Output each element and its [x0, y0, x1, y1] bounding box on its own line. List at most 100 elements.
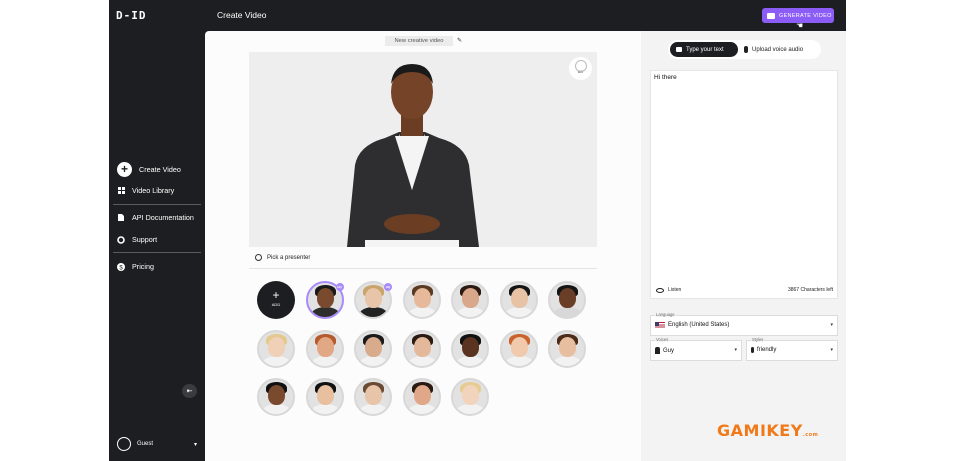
- watermark-suffix: .com: [802, 432, 819, 438]
- presenter-body: [359, 404, 388, 414]
- voices-select[interactable]: Voices Guy ▾: [650, 337, 742, 361]
- user-menu[interactable]: Guest ▾: [117, 437, 197, 451]
- pencil-icon[interactable]: ✎: [457, 37, 462, 44]
- presenter-body: [407, 355, 437, 366]
- video-name-field[interactable]: New creative video: [385, 36, 453, 46]
- styles-value: friendly: [757, 347, 777, 353]
- grid-icon: [117, 187, 125, 195]
- language-value-row: English (United States): [655, 322, 729, 328]
- hq-badge: HQ: [335, 283, 344, 291]
- avatar: [117, 437, 131, 451]
- sidebar-divider: [113, 204, 201, 205]
- presenter-tile[interactable]: [402, 281, 441, 319]
- presenter-face: [268, 336, 285, 357]
- voices-label: Voices: [655, 337, 670, 342]
- tab-upload-voice-audio[interactable]: Upload voice audio: [738, 42, 809, 57]
- chat-icon: [767, 12, 775, 19]
- presenter-face: [365, 288, 382, 308]
- presenter-tile[interactable]: [305, 378, 344, 416]
- presenter-preview: BG: [249, 52, 597, 247]
- chevron-down-icon: ▾: [734, 347, 737, 353]
- sidebar-item-pricing[interactable]: $ Pricing: [117, 262, 154, 271]
- presenter-body: [553, 307, 582, 317]
- presenter-tile[interactable]: [354, 378, 392, 416]
- tab-label: Upload voice audio: [752, 46, 804, 53]
- chevron-down-icon: ▾: [193, 441, 197, 448]
- presenter-body: [407, 404, 437, 414]
- presenter-body: [310, 307, 340, 317]
- main-panel: New creative video ✎ BG Pick a presenter…: [205, 31, 641, 461]
- generate-video-label: GENERATE VIDEO: [779, 12, 832, 19]
- microphone-icon: [744, 46, 748, 53]
- presenter-tile[interactable]: [305, 329, 344, 368]
- background-button[interactable]: BG: [569, 57, 592, 80]
- presenter-body: [456, 307, 485, 317]
- presenter-face: [365, 385, 382, 405]
- presenter-tile[interactable]: [548, 281, 586, 319]
- presenter-body: [504, 307, 534, 317]
- presenter-face: [462, 336, 479, 357]
- pick-presenter-label: Pick a presenter: [267, 254, 311, 261]
- presenter-tile[interactable]: [354, 329, 392, 368]
- sidebar-item-label: Create Video: [139, 165, 181, 174]
- presenter-tile[interactable]: [499, 281, 538, 319]
- presenter-tile[interactable]: [402, 378, 441, 416]
- styles-label: Styles: [751, 337, 765, 342]
- plus-icon: +: [272, 288, 280, 302]
- presenter-body: [262, 355, 291, 366]
- presenter-body: [456, 355, 485, 366]
- listen-label: Listen: [668, 287, 682, 293]
- dollar-icon: $: [117, 262, 125, 271]
- app-window: D-ID Create Video GENERATE VIDEO ☚ + Cre…: [109, 0, 846, 461]
- presenter-body: [310, 355, 340, 366]
- voices-value-row: Guy: [655, 347, 674, 354]
- sidebar-item-create-video[interactable]: + Create Video: [117, 162, 181, 177]
- hand-cursor-icon: ☚: [796, 21, 804, 30]
- presenter-tile[interactable]: [451, 329, 489, 368]
- presenter-body: [407, 307, 437, 317]
- presenter-face: [365, 336, 382, 357]
- document-icon: [117, 214, 125, 222]
- voices-value: Guy: [663, 347, 675, 354]
- presenter-tile[interactable]: [257, 329, 295, 368]
- tab-type-your-text[interactable]: Type your text: [670, 42, 738, 57]
- presenter-tile[interactable]: [257, 378, 295, 416]
- plus-icon: +: [117, 162, 132, 177]
- presenter-face: [462, 385, 479, 405]
- presenter-tile[interactable]: [451, 281, 489, 319]
- presenter-body: [359, 355, 388, 366]
- add-label: ADD: [271, 302, 281, 307]
- script-textarea[interactable]: Hi there Listen 3867 Characters left: [650, 70, 838, 299]
- language-value: English (United States): [668, 322, 730, 328]
- hq-badge: HQ: [384, 283, 392, 291]
- language-select[interactable]: Language English (United States) ▾: [650, 312, 838, 336]
- presenter-face: [510, 288, 528, 308]
- eye-icon: [656, 287, 664, 293]
- script-text[interactable]: Hi there: [654, 74, 677, 81]
- presenter-body: [456, 404, 485, 414]
- presenter-face: [413, 336, 431, 357]
- presenter-tile[interactable]: [451, 378, 489, 416]
- styles-select[interactable]: Styles friendly ▾: [746, 337, 838, 361]
- presenter-icon: [255, 254, 262, 261]
- sidebar-item-label: Pricing: [132, 262, 154, 271]
- user-name: Guest: [137, 441, 154, 447]
- sidebar-item-api-documentation[interactable]: API Documentation: [117, 213, 194, 222]
- collapse-sidebar-icon[interactable]: ⇤: [182, 384, 197, 398]
- add-presenter-button[interactable]: + ADD: [257, 281, 295, 319]
- presenter-tile[interactable]: [499, 329, 538, 368]
- presenter-tile[interactable]: [402, 329, 441, 368]
- sidebar-item-video-library[interactable]: Video Library: [117, 186, 174, 195]
- watermark-logo: GAMIKEY.com: [717, 421, 818, 440]
- presenter-body: [359, 307, 388, 317]
- listen-button[interactable]: Listen: [656, 287, 681, 293]
- presenter-tile[interactable]: [548, 329, 586, 368]
- presenter-face: [413, 288, 431, 308]
- presenter-face: [559, 288, 576, 308]
- person-icon: [655, 347, 660, 354]
- presenter-body: [310, 404, 340, 414]
- script-panel: Type your text Upload voice audio Hi the…: [641, 31, 846, 461]
- sidebar-divider: [113, 252, 201, 253]
- app-logo[interactable]: D-ID: [116, 9, 147, 22]
- sidebar-item-support[interactable]: Support: [117, 235, 157, 244]
